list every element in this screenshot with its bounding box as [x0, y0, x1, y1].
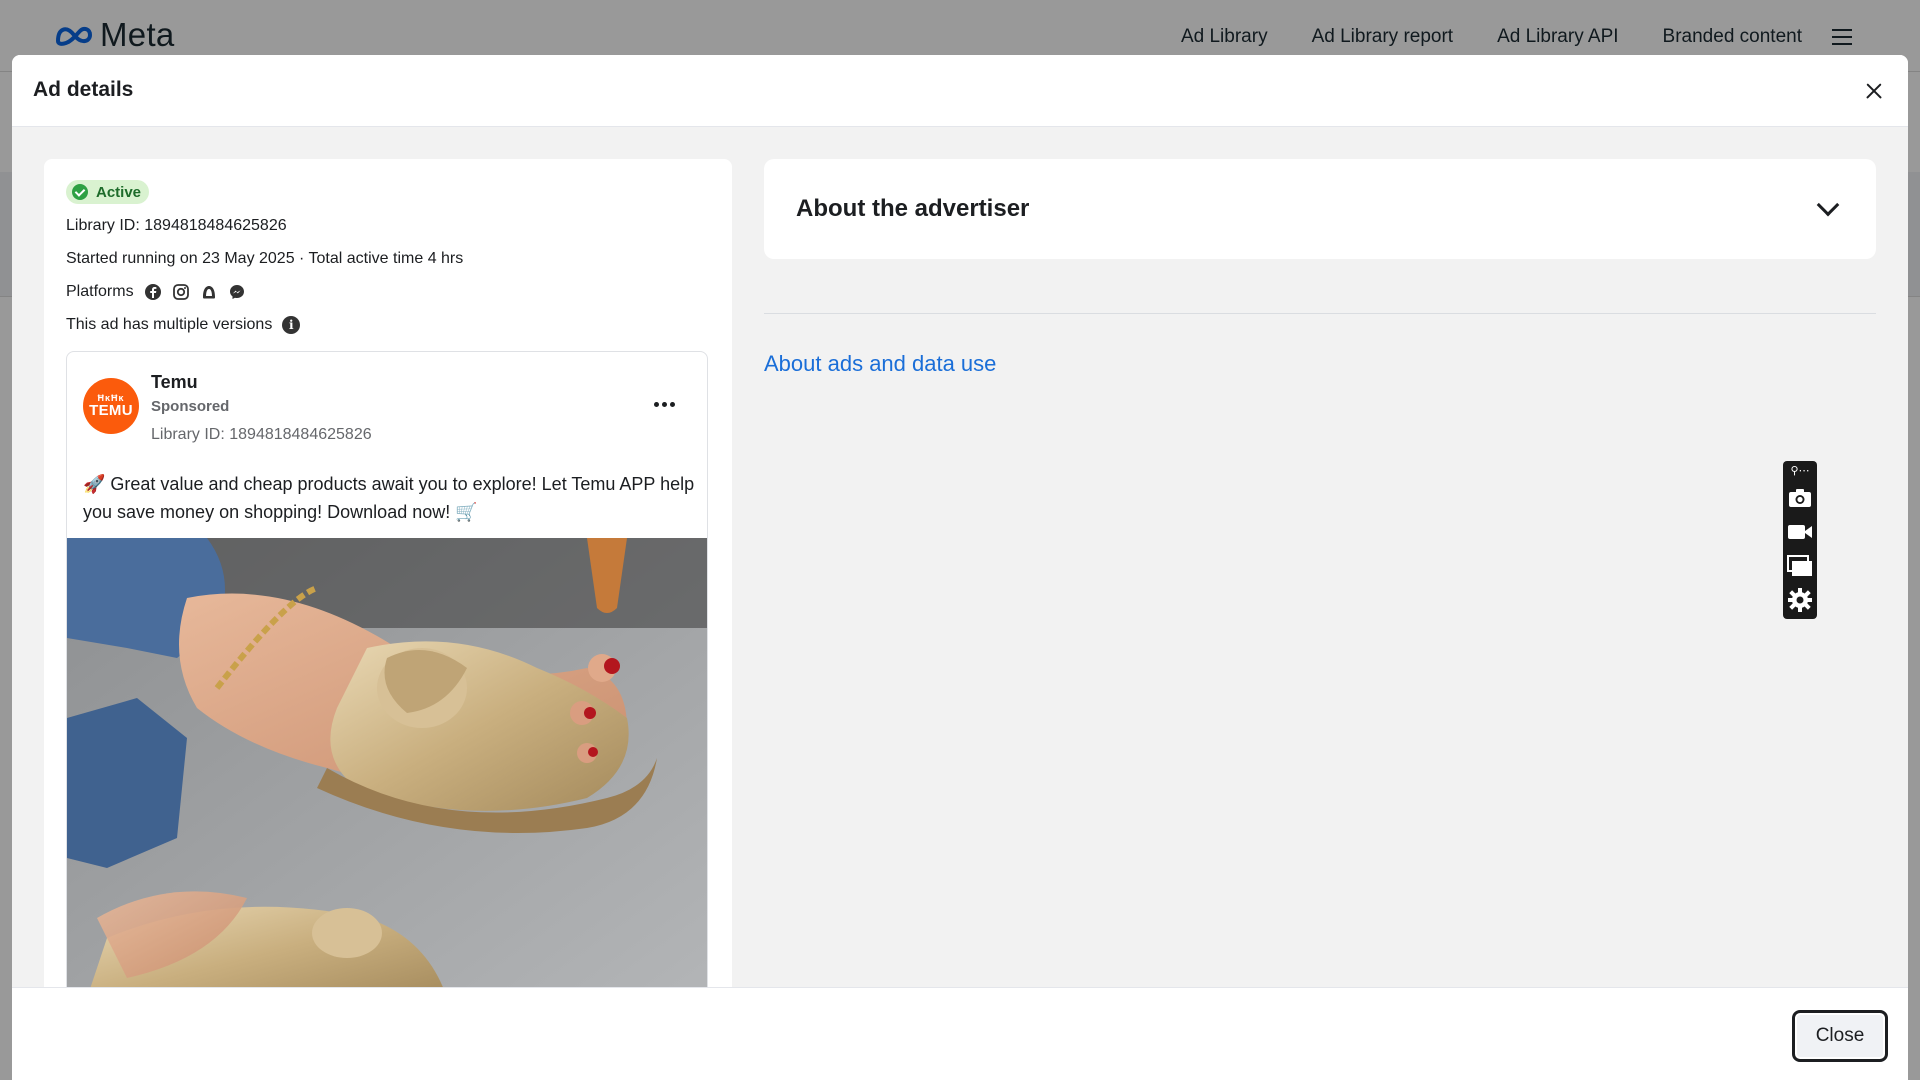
post-library-id: Library ID: 1894818484625826	[151, 426, 372, 443]
post-body-text: 🚀 Great value and cheap products await y…	[83, 474, 695, 522]
close-icon[interactable]	[1862, 79, 1886, 103]
floating-capture-toolbar: ⚲⋯	[1783, 461, 1817, 619]
modal-footer: Close	[12, 987, 1908, 1080]
platforms-row: Platforms	[66, 283, 246, 301]
platforms-label: Platforms	[66, 283, 134, 300]
about-advertiser-section[interactable]: About the advertiser	[764, 159, 1876, 259]
advertiser-name[interactable]: Temu	[151, 372, 198, 393]
sandals-illustration	[67, 538, 707, 987]
avatar-text: TEMU	[89, 402, 133, 419]
avatar[interactable]: ĦĸĦĸ TEMU	[83, 378, 139, 434]
more-options-icon[interactable]	[654, 402, 675, 407]
library-id-line: Library ID: 1894818484625826	[66, 217, 287, 234]
toolbar-grip-icon[interactable]: ⚲⋯	[1790, 465, 1809, 477]
multiple-versions-text: This ad has multiple versions	[66, 316, 273, 333]
ad-details-modal: Ad details Active Library ID: 1894818484…	[12, 55, 1908, 1080]
about-ads-data-use-link[interactable]: About ads and data use	[764, 351, 996, 377]
modal-body: Active Library ID: 1894818484625826 Star…	[12, 127, 1908, 987]
started-running-line: Started running on 23 May 2025 · Total a…	[66, 250, 464, 267]
camera-icon[interactable]	[1787, 485, 1813, 511]
audience-network-icon	[202, 286, 215, 299]
window-icon[interactable]	[1787, 553, 1813, 579]
modal-header: Ad details	[12, 55, 1908, 127]
video-icon[interactable]	[1787, 519, 1813, 545]
section-divider	[764, 313, 1876, 314]
about-advertiser-title: About the advertiser	[796, 195, 1030, 222]
status-text: Active	[96, 183, 142, 201]
facebook-icon	[144, 284, 161, 300]
sponsored-label: Sponsored	[151, 398, 230, 415]
info-icon[interactable]: i	[282, 316, 301, 334]
sandals-photo[interactable]	[67, 538, 707, 987]
messenger-icon	[229, 285, 244, 299]
modal-title: Ad details	[33, 78, 134, 101]
status-badge: Active	[66, 180, 150, 204]
check-circle-icon	[72, 184, 88, 200]
settings-icon[interactable]	[1787, 587, 1813, 613]
chevron-down-icon[interactable]	[1816, 193, 1840, 217]
ad-card: Active Library ID: 1894818484625826 Star…	[44, 159, 732, 987]
multiple-versions-row: This ad has multiple versions i	[66, 316, 301, 334]
instagram-icon	[172, 284, 189, 300]
ad-post-preview: ĦĸĦĸ TEMU Temu Sponsored Library ID: 189…	[66, 351, 708, 987]
close-button[interactable]: Close	[1792, 1010, 1888, 1062]
